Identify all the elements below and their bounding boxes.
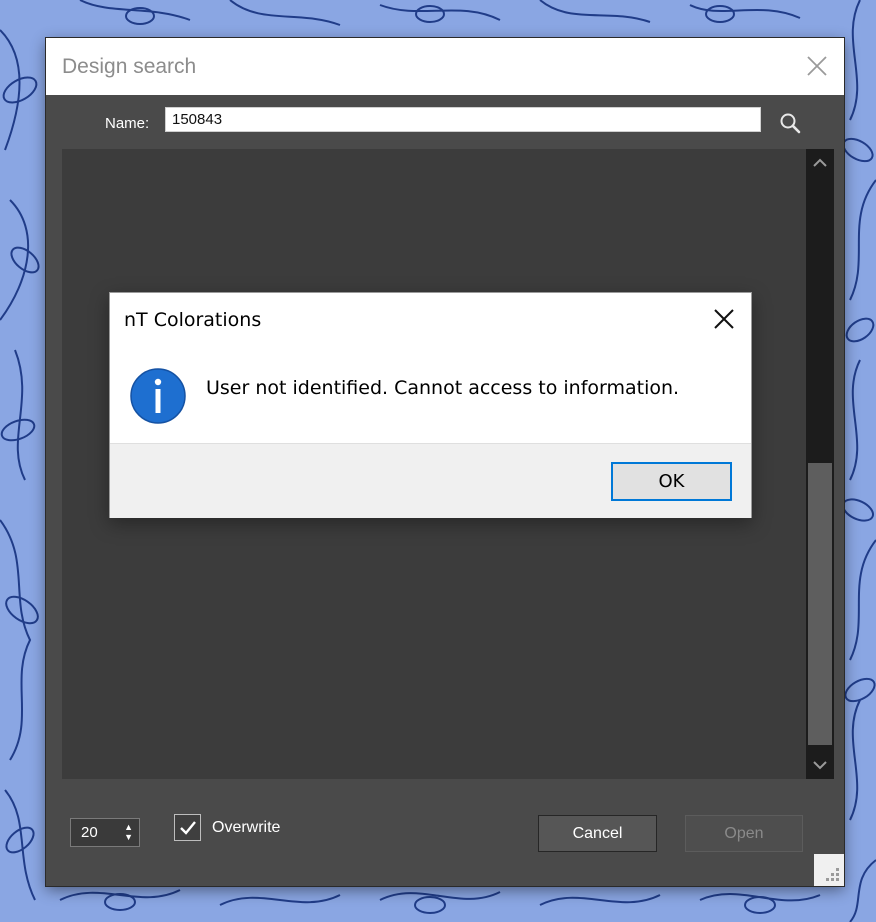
search-button[interactable] — [776, 109, 804, 137]
info-icon — [130, 368, 186, 424]
overwrite-label: Overwrite — [212, 819, 281, 836]
dialog-footer: OK — [110, 443, 751, 518]
scroll-up-button[interactable] — [806, 149, 834, 177]
dialog-title: nT Colorations — [124, 309, 262, 331]
chevron-up-icon — [813, 158, 827, 167]
name-label: Name: — [105, 115, 150, 132]
ok-button[interactable]: OK — [611, 462, 732, 501]
cancel-button[interactable]: Cancel — [538, 815, 657, 852]
dialog-message: User not identified. Cannot access to in… — [206, 377, 680, 399]
overwrite-checkbox[interactable] — [174, 814, 201, 841]
close-icon — [807, 56, 827, 76]
resize-grip-icon — [826, 868, 839, 881]
dialog-close-button[interactable] — [702, 299, 746, 339]
window-titlebar: Design search — [46, 38, 844, 95]
message-dialog: nT Colorations User not identified. Cann… — [109, 292, 752, 518]
resize-grip[interactable] — [814, 854, 844, 886]
window-title: Design search — [62, 55, 197, 78]
open-button[interactable]: Open — [685, 815, 803, 852]
search-icon — [780, 113, 801, 134]
chevron-down-icon — [813, 761, 827, 770]
name-search-input[interactable]: 150843 — [165, 107, 761, 132]
spinner-arrows-icon[interactable]: ▲ ▼ — [124, 822, 133, 842]
scroll-down-button[interactable] — [806, 751, 834, 779]
window-close-button[interactable] — [800, 49, 834, 83]
checkmark-icon — [179, 820, 196, 835]
page-size-value: 20 — [81, 824, 98, 841]
vertical-scrollbar[interactable] — [806, 149, 834, 779]
scroll-thumb[interactable] — [808, 463, 832, 745]
page-size-spinner[interactable]: 20 ▲ ▼ — [70, 818, 140, 847]
close-icon — [714, 309, 734, 329]
